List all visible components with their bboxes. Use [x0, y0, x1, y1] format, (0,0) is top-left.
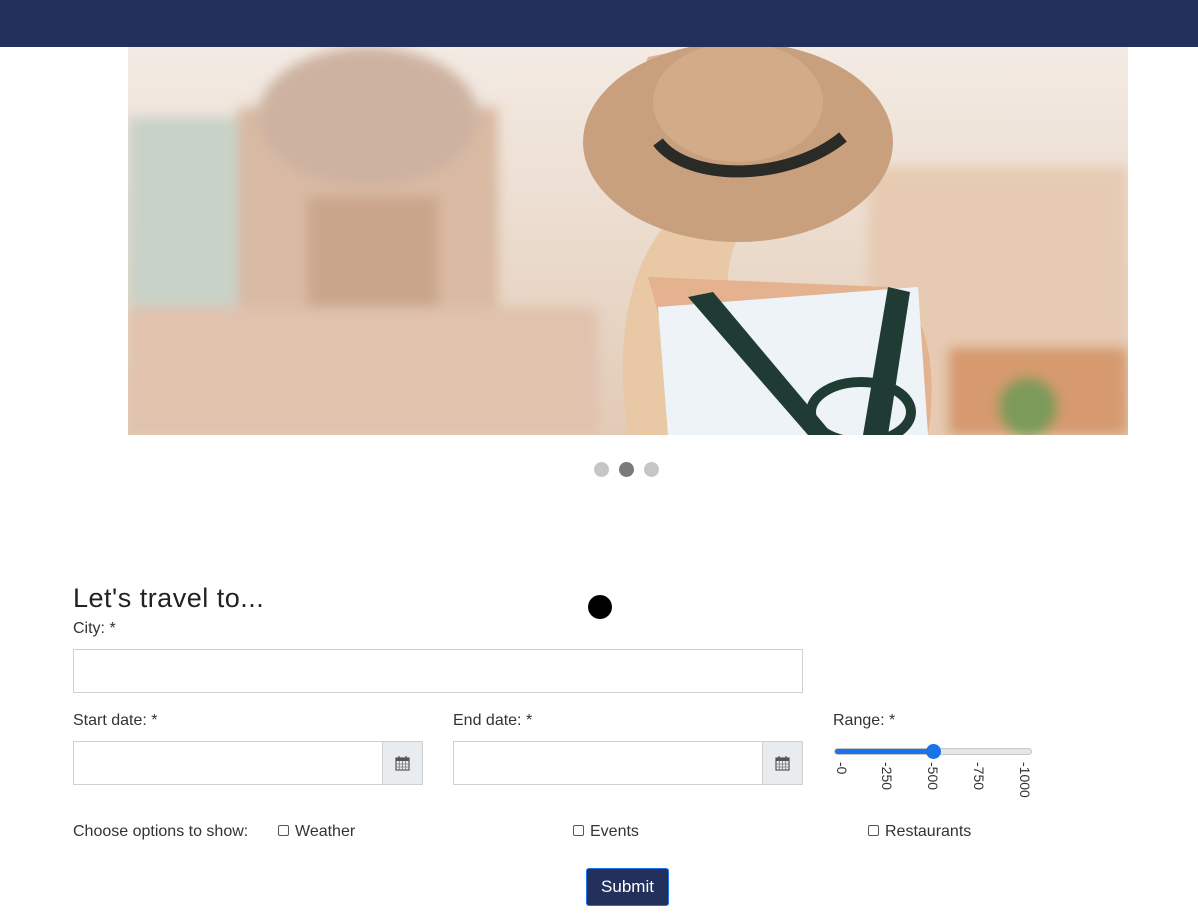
start-date-label: Start date: * — [73, 712, 158, 729]
end-date-calendar-button[interactable] — [763, 741, 803, 785]
carousel-dot[interactable] — [594, 462, 609, 477]
events-checkbox[interactable] — [573, 825, 584, 836]
events-option-label: Events — [590, 823, 639, 840]
restaurants-checkbox[interactable] — [868, 825, 879, 836]
end-date-input[interactable] — [453, 741, 763, 785]
carousel-dot-active[interactable] — [619, 462, 634, 477]
city-label: City: * — [73, 620, 116, 637]
mouse-cursor — [588, 595, 612, 619]
top-navbar — [0, 0, 1198, 47]
range-tick-label: -0 — [833, 762, 850, 775]
weather-option-label: Weather — [295, 823, 356, 840]
form-heading: Let's travel to... — [73, 583, 265, 613]
carousel-slide-image — [128, 47, 1128, 435]
range-slider-thumb[interactable] — [925, 744, 941, 759]
city-input[interactable] — [73, 649, 803, 693]
start-date-calendar-button[interactable] — [383, 741, 423, 785]
calendar-icon — [775, 755, 790, 771]
range-label: Range: * — [833, 712, 896, 729]
weather-checkbox[interactable] — [278, 825, 289, 836]
range-slider-fill — [835, 749, 934, 754]
start-date-input[interactable] — [73, 741, 383, 785]
range-tick-label: -250 — [879, 762, 896, 791]
range-tick-label: -500 — [925, 762, 941, 791]
range-tick-label: -750 — [970, 762, 987, 791]
carousel-dot[interactable] — [644, 462, 659, 477]
submit-button[interactable]: Submit — [586, 868, 669, 906]
options-label: Choose options to show: — [73, 823, 249, 840]
carousel-indicators — [594, 462, 659, 477]
end-date-label: End date: * — [453, 712, 533, 729]
calendar-icon — [395, 755, 410, 771]
range-tick-label: -1000 — [1016, 762, 1033, 798]
restaurants-option-label: Restaurants — [885, 823, 972, 840]
